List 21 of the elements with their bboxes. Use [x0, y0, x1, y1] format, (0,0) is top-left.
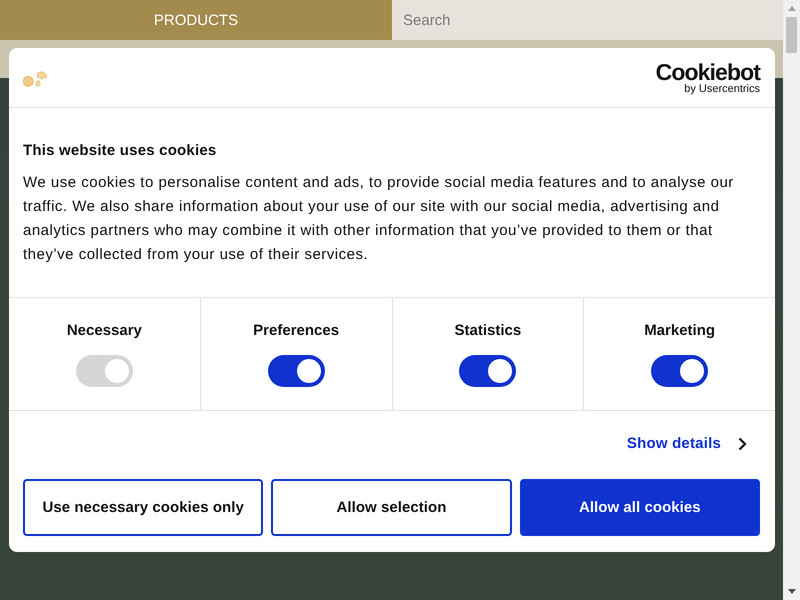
toggle-switch[interactable]: [651, 355, 708, 387]
allow-all-button[interactable]: Allow all cookies: [520, 479, 760, 536]
cookies-icon: [23, 70, 47, 86]
down-arrow-icon[interactable]: [788, 589, 796, 594]
logo-tagline: by Usercentrics: [684, 82, 760, 94]
necessary-only-button[interactable]: Use necessary cookies only: [23, 479, 264, 536]
scrollbar-thumb[interactable]: [786, 17, 797, 53]
category-label: Marketing: [644, 321, 716, 341]
allow-selection-button[interactable]: Allow selection: [271, 479, 512, 536]
dialog-title: This website uses cookies: [23, 141, 218, 161]
logo-wordmark: Cookiebot: [656, 60, 760, 82]
category-label: Statistics: [454, 321, 522, 341]
toggle-switch[interactable]: [459, 355, 516, 387]
search-field[interactable]: Search: [392, 0, 783, 40]
category-label: Preferences: [253, 321, 340, 341]
scrollbar-track[interactable]: [783, 0, 800, 600]
chevron-right-icon[interactable]: [738, 437, 747, 451]
show-details-link[interactable]: Show details: [626, 434, 747, 454]
toggle-switch[interactable]: [268, 355, 325, 387]
dialog-description: We use cookies to personalise content and ads, to provide social media features and to analyse our traffic. We also share information about your use of our site with our social media, advertising and analytics partners who may combine it with other information that you’ve provided to them or that they’ve collected from your use of their services.: [23, 173, 735, 265]
category-label: Necessary: [66, 321, 142, 341]
